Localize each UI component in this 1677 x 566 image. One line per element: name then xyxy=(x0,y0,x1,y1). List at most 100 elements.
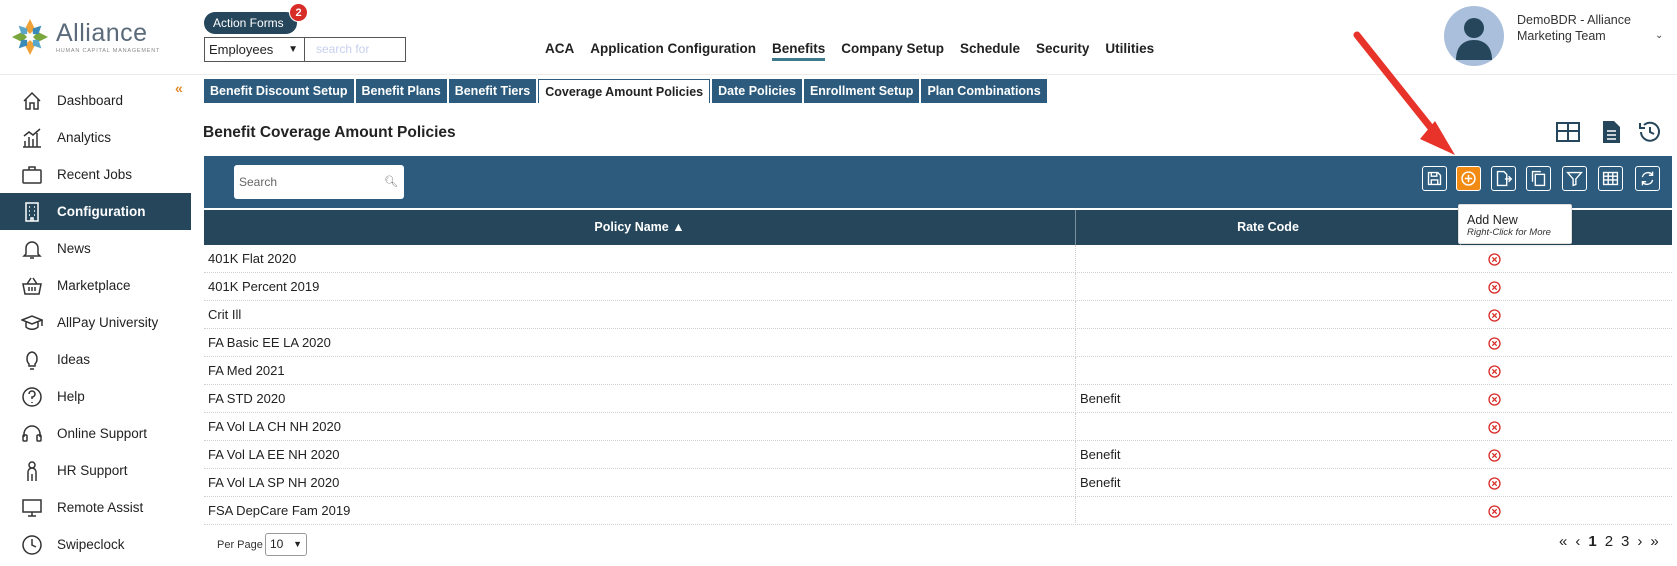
per-page-select[interactable]: 10 ▼ xyxy=(265,533,307,556)
delete-icon[interactable] xyxy=(1488,281,1501,294)
copy-icon xyxy=(1531,170,1546,187)
per-page-value: 10 xyxy=(270,537,284,551)
page-title: Benefit Coverage Amount Policies xyxy=(203,124,456,141)
page-link[interactable]: 2 xyxy=(1605,533,1613,550)
basket-icon xyxy=(22,277,42,295)
analytics-icon xyxy=(23,127,41,148)
sidebar-item-label: Remote Assist xyxy=(57,500,144,515)
page-link[interactable]: 3 xyxy=(1621,533,1629,550)
table-row[interactable]: Crit Ill xyxy=(204,301,1672,329)
sidebar-item-remote-assist[interactable]: Remote Assist xyxy=(0,489,191,526)
rate-code-cell xyxy=(1076,329,1461,357)
chevron-down-icon[interactable]: ⌄ xyxy=(1655,30,1663,41)
nav-company-setup[interactable]: Company Setup xyxy=(841,41,944,61)
bell-icon xyxy=(22,240,42,259)
refresh-button[interactable] xyxy=(1635,166,1660,191)
nav-utilities[interactable]: Utilities xyxy=(1105,41,1154,61)
filter-icon xyxy=(1566,171,1583,187)
sidebar: Dashboard Analytics Recent Jobs Configur… xyxy=(0,82,191,566)
home-icon xyxy=(23,91,41,110)
sidebar-item-ideas[interactable]: Ideas xyxy=(0,341,191,378)
table-row[interactable]: FA Vol LA CH NH 2020 xyxy=(204,413,1672,441)
lightbulb-icon xyxy=(26,350,38,370)
delete-icon[interactable] xyxy=(1488,337,1501,350)
tab-coverage-amount-policies[interactable]: Coverage Amount Policies xyxy=(538,79,711,103)
table-row[interactable]: FA Basic EE LA 2020 xyxy=(204,329,1672,357)
plus-circle-icon xyxy=(1461,171,1476,186)
nav-benefits[interactable]: Benefits xyxy=(771,41,826,61)
add-new-tooltip: Add New Right-Click for More xyxy=(1458,204,1572,244)
sidebar-item-online-support[interactable]: Online Support xyxy=(0,415,191,452)
table-row[interactable]: 401K Flat 2020 xyxy=(204,245,1672,273)
columns-button[interactable] xyxy=(1598,166,1623,191)
history-icon[interactable] xyxy=(1637,118,1663,146)
sidebar-item-news[interactable]: News xyxy=(0,230,191,267)
delete-icon[interactable] xyxy=(1488,505,1501,518)
user-menu[interactable]: DemoBDR - Alliance Marketing Team xyxy=(1517,12,1631,44)
action-forms-button[interactable]: Action Forms xyxy=(204,12,297,34)
next-page-icon[interactable]: › xyxy=(1637,533,1642,550)
filter-button[interactable] xyxy=(1562,166,1587,191)
table-row[interactable]: FSA DepCare Fam 2019 xyxy=(204,497,1672,525)
table-row[interactable]: FA Med 2021 xyxy=(204,357,1672,385)
first-page-icon[interactable]: « xyxy=(1559,533,1567,550)
sidebar-item-label: Configuration xyxy=(57,204,146,219)
table-row[interactable]: 401K Percent 2019 xyxy=(204,273,1672,301)
delete-icon[interactable] xyxy=(1488,253,1501,266)
policy-name-cell: FA Vol LA EE NH 2020 xyxy=(204,441,1076,469)
tab-benefit-discount-setup[interactable]: Benefit Discount Setup xyxy=(204,79,354,103)
table-row[interactable]: FA Vol LA EE NH 2020 Benefit xyxy=(204,441,1672,469)
user-name: DemoBDR - Alliance xyxy=(1517,13,1631,27)
sidebar-item-label: News xyxy=(57,241,91,256)
tab-benefit-tiers[interactable]: Benefit Tiers xyxy=(448,79,537,103)
sidebar-item-analytics[interactable]: Analytics xyxy=(0,119,191,156)
grid-view-icon[interactable] xyxy=(1555,118,1581,146)
alliance-logo-icon xyxy=(12,19,48,55)
delete-icon[interactable] xyxy=(1488,309,1501,322)
briefcase-icon xyxy=(22,165,42,184)
sidebar-item-hr-support[interactable]: HR Support xyxy=(0,452,191,489)
tab-enrollment-setup[interactable]: Enrollment Setup xyxy=(803,79,920,103)
sidebar-item-dashboard[interactable]: Dashboard xyxy=(0,82,191,119)
delete-icon[interactable] xyxy=(1488,421,1501,434)
tab-benefit-plans[interactable]: Benefit Plans xyxy=(355,79,447,103)
save-button[interactable] xyxy=(1422,166,1447,191)
tab-plan-combinations[interactable]: Plan Combinations xyxy=(921,79,1047,103)
sidebar-item-configuration[interactable]: Configuration xyxy=(0,193,191,230)
sidebar-item-label: Recent Jobs xyxy=(57,167,133,182)
column-header-policy-name[interactable]: Policy Name ▲ xyxy=(204,210,1076,245)
tab-date-policies[interactable]: Date Policies xyxy=(712,79,802,103)
grid-search-input[interactable]: Search 🔍︎ xyxy=(234,165,404,199)
nav-security[interactable]: Security xyxy=(1036,41,1089,61)
nav-application-configuration[interactable]: Application Configuration xyxy=(590,41,756,61)
column-header-rate-code[interactable]: Rate Code xyxy=(1076,210,1461,245)
rate-code-cell xyxy=(1076,413,1461,441)
delete-icon[interactable] xyxy=(1488,393,1501,406)
delete-icon[interactable] xyxy=(1488,449,1501,462)
table-row[interactable]: FA Vol LA SP NH 2020 Benefit xyxy=(204,469,1672,497)
sidebar-item-allpay-university[interactable]: AllPay University xyxy=(0,304,191,341)
nav-aca[interactable]: ACA xyxy=(545,41,574,61)
add-new-button[interactable] xyxy=(1456,166,1481,191)
last-page-icon[interactable]: » xyxy=(1650,533,1658,550)
policy-name-cell: FA Basic EE LA 2020 xyxy=(204,329,1076,357)
header-search-input[interactable]: search for xyxy=(305,37,406,62)
copy-button[interactable] xyxy=(1526,166,1551,191)
sidebar-item-swipeclock[interactable]: Swipeclock xyxy=(0,526,191,563)
previous-page-icon[interactable]: ‹ xyxy=(1575,533,1580,550)
sidebar-item-help[interactable]: Help xyxy=(0,378,191,415)
rate-code-cell xyxy=(1076,497,1461,525)
delete-icon[interactable] xyxy=(1488,365,1501,378)
table-header: Policy Name ▲ Rate Code xyxy=(204,210,1672,245)
logo[interactable]: Alliance HUMAN CAPITAL MANAGEMENT xyxy=(10,12,200,62)
delete-icon[interactable] xyxy=(1488,477,1501,490)
export-button[interactable] xyxy=(1491,166,1516,191)
document-icon[interactable] xyxy=(1600,118,1622,146)
page-link[interactable]: 1 xyxy=(1588,533,1596,550)
sidebar-item-marketplace[interactable]: Marketplace xyxy=(0,267,191,304)
sidebar-item-recent-jobs[interactable]: Recent Jobs xyxy=(0,156,191,193)
nav-schedule[interactable]: Schedule xyxy=(960,41,1020,61)
table-row[interactable]: FA STD 2020 Benefit xyxy=(204,385,1672,413)
user-team: Marketing Team xyxy=(1517,29,1606,43)
employee-select[interactable]: Employees ▼ xyxy=(204,37,305,62)
